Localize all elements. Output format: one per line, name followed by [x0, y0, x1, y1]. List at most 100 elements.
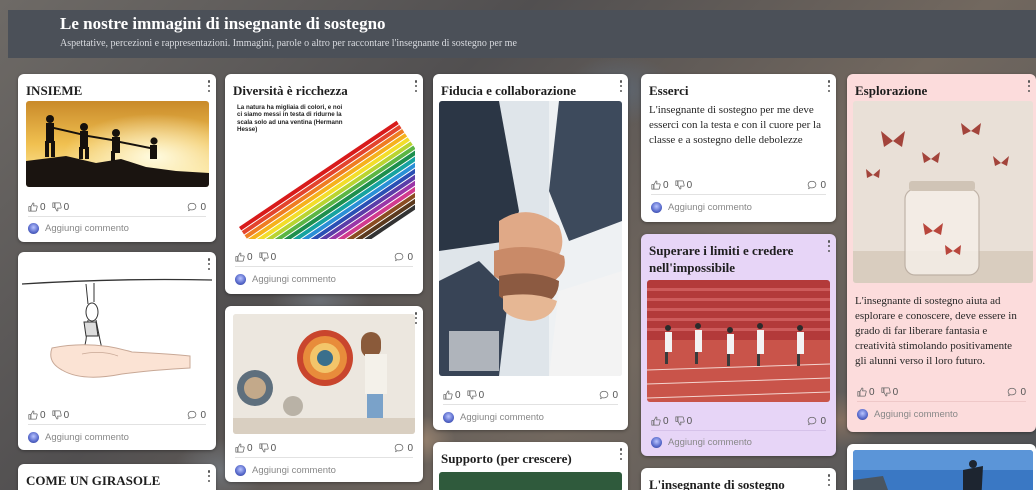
add-comment[interactable]: Aggiungi commento [28, 430, 129, 444]
comments-count[interactable]: 0 [807, 416, 826, 427]
post-menu-icon[interactable] [207, 470, 211, 482]
post-reactions: 0 0 0 [651, 178, 826, 192]
comment-bubble-icon [599, 390, 609, 400]
post-image-silhouettes[interactable] [26, 101, 209, 187]
comments-count[interactable]: 0 [599, 390, 618, 401]
post-card-hand[interactable]: 0 0 0 Aggiungi commento [18, 252, 216, 450]
post-menu-icon[interactable] [207, 258, 211, 270]
post-title: Diversità è ricchezza [233, 83, 348, 98]
post-image-colored-pencils[interactable]: La natura ha migliaia di colori, e noi c… [233, 101, 415, 239]
dislike-button[interactable]: 0 [675, 180, 692, 191]
dislike-button[interactable]: 0 [259, 252, 276, 263]
post-menu-icon[interactable] [827, 80, 831, 92]
thumbs-up-icon [235, 252, 245, 262]
post-title: COME UN GIRASOLE [26, 473, 161, 488]
comment-bubble-icon [1007, 387, 1017, 397]
like-button[interactable]: 0 [857, 387, 875, 398]
divider [651, 430, 826, 431]
dislike-button[interactable]: 0 [675, 416, 692, 427]
post-reactions: 0 0 0 [235, 250, 413, 264]
avatar [443, 411, 454, 423]
dislike-button[interactable]: 0 [52, 202, 69, 213]
post-card-girasole[interactable]: COME UN GIRASOLE [18, 464, 216, 490]
like-button[interactable]: 0 [28, 202, 46, 213]
dislike-button[interactable]: 0 [467, 390, 484, 401]
post-menu-icon[interactable] [827, 240, 831, 252]
like-button[interactable]: 0 [651, 416, 669, 427]
post-reactions: 0 0 0 [28, 200, 206, 214]
post-reactions: 0 0 0 [235, 441, 413, 455]
divider [857, 401, 1026, 402]
post-card-insieme[interactable]: INSIEME 0 0 0 Aggiungi commento [18, 74, 216, 242]
post-image-hand-sketch[interactable] [22, 270, 212, 402]
post-image-stacked-hands[interactable] [439, 101, 622, 376]
post-card-superare[interactable]: Superare i limiti e credere nell'impossi… [641, 234, 836, 456]
comments-count[interactable]: 0 [187, 202, 206, 213]
add-comment[interactable]: Aggiungi commento [28, 221, 129, 235]
post-menu-icon[interactable] [207, 80, 211, 92]
thumbs-down-icon [467, 390, 477, 400]
thumbs-up-icon [443, 390, 453, 400]
thumbs-down-icon [675, 416, 685, 426]
post-card-weaving[interactable]: 0 0 0 Aggiungi commento [225, 306, 423, 482]
avatar [28, 431, 39, 443]
add-comment[interactable]: Aggiungi commento [443, 410, 544, 424]
post-reactions: 0 0 0 [651, 414, 826, 428]
post-card-diversita[interactable]: Diversità è ricchezza La natura ha migli… [225, 74, 423, 294]
post-menu-icon[interactable] [619, 448, 623, 460]
post-menu-icon[interactable] [827, 474, 831, 486]
add-comment[interactable]: Aggiungi commento [235, 463, 336, 477]
thumbs-up-icon [235, 443, 245, 453]
post-image-sky[interactable] [853, 450, 1033, 490]
avatar [235, 464, 246, 476]
post-title: Esserci [649, 83, 689, 98]
comment-bubble-icon [394, 443, 404, 453]
post-card-esplorazione[interactable]: Esplorazione L'insegnante di sostegno ai… [847, 74, 1036, 432]
post-image-weaving-wall[interactable] [233, 314, 415, 434]
like-button[interactable]: 0 [235, 252, 253, 263]
post-card-supporto[interactable]: Supporto (per crescere) [433, 442, 628, 490]
comments-count[interactable]: 0 [394, 252, 413, 263]
thumbs-up-icon [28, 410, 38, 420]
post-card-sky[interactable] [847, 444, 1036, 490]
post-image-runners[interactable] [647, 280, 830, 402]
comments-count[interactable]: 0 [1007, 387, 1026, 398]
post-title: Fiducia e collaborazione [441, 83, 577, 98]
comments-count[interactable]: 0 [394, 443, 413, 454]
post-reactions: 0 0 0 [443, 388, 618, 402]
comments-count[interactable]: 0 [187, 410, 206, 421]
thumbs-up-icon [651, 416, 661, 426]
post-image-butterfly-jar[interactable] [853, 101, 1033, 283]
padlet-header: Le nostre immagini di insegnante di sost… [8, 10, 1036, 58]
dislike-button[interactable]: 0 [881, 387, 898, 398]
like-button[interactable]: 0 [651, 180, 669, 191]
thumbs-down-icon [259, 443, 269, 453]
post-card-esserci[interactable]: Esserci L'insegnante di sostegno per me … [641, 74, 836, 222]
avatar [857, 408, 868, 420]
add-comment[interactable]: Aggiungi commento [651, 200, 752, 214]
divider [28, 216, 206, 217]
like-button[interactable]: 0 [28, 410, 46, 421]
dislike-button[interactable]: 0 [259, 443, 276, 454]
avatar [651, 436, 662, 448]
add-comment[interactable]: Aggiungi commento [651, 435, 752, 449]
avatar [235, 273, 246, 285]
post-reactions: 0 0 0 [857, 385, 1026, 399]
thumbs-down-icon [259, 252, 269, 262]
dislike-button[interactable]: 0 [52, 410, 69, 421]
comments-count[interactable]: 0 [807, 180, 826, 191]
post-card-fiducia[interactable]: Fiducia e collaborazione 0 0 0 Aggiungi … [433, 74, 628, 430]
post-image-supporto[interactable] [439, 472, 622, 490]
divider [443, 404, 618, 405]
post-card-insegnante[interactable]: L'insegnante di sostegno [641, 468, 836, 490]
comment-bubble-icon [807, 416, 817, 426]
like-button[interactable]: 0 [443, 390, 461, 401]
post-menu-icon[interactable] [1027, 80, 1031, 92]
like-button[interactable]: 0 [235, 443, 253, 454]
post-menu-icon[interactable] [414, 80, 418, 92]
post-menu-icon[interactable] [619, 80, 623, 92]
add-comment[interactable]: Aggiungi commento [857, 407, 958, 421]
thumbs-up-icon [28, 202, 38, 212]
avatar [651, 201, 662, 213]
add-comment[interactable]: Aggiungi commento [235, 272, 336, 286]
